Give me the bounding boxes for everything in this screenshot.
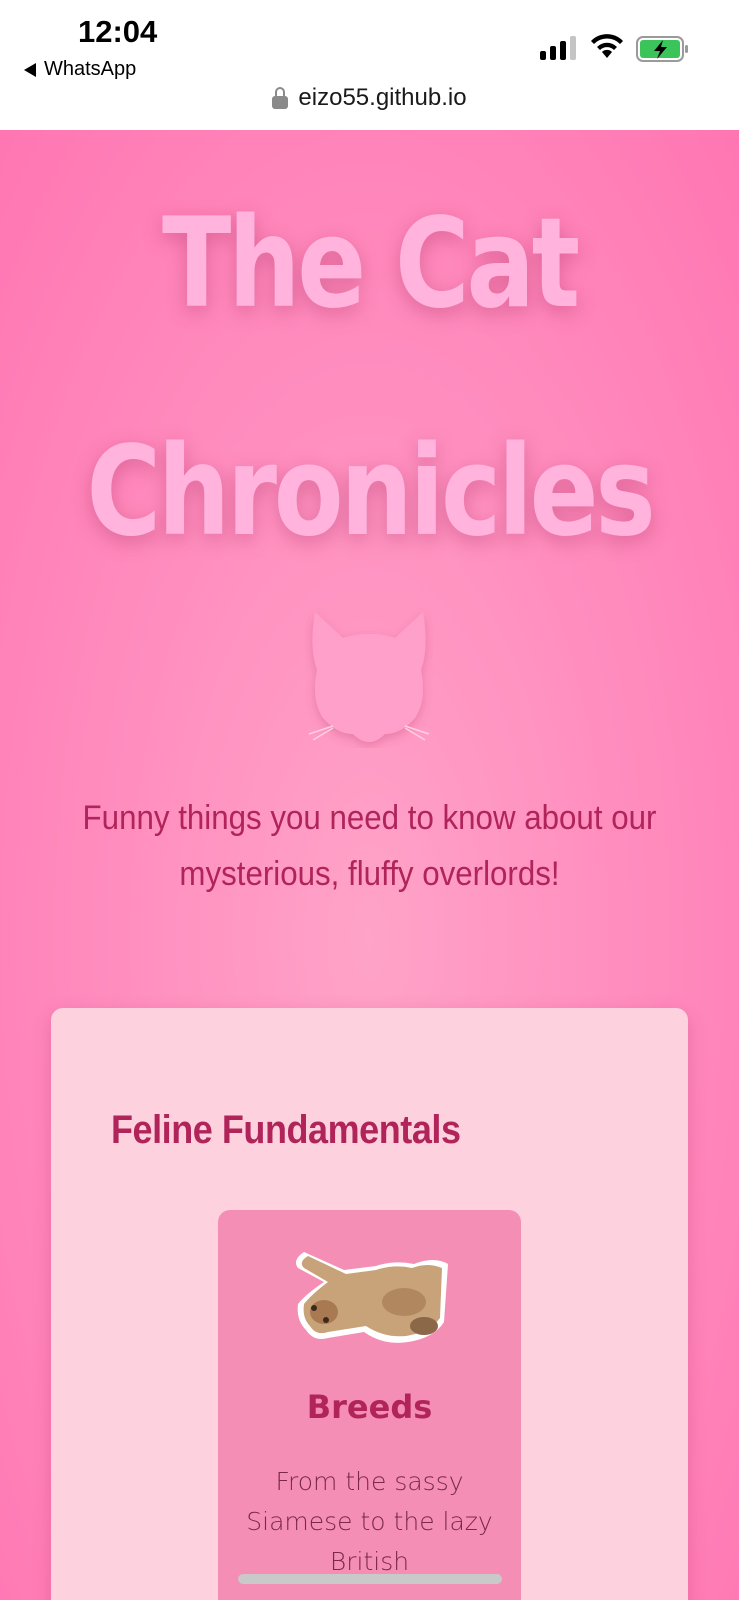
signal-icon bbox=[540, 36, 576, 60]
address-bar[interactable]: eizo55.github.io bbox=[0, 80, 739, 116]
back-arrow-icon bbox=[24, 62, 36, 77]
back-to-app-link[interactable]: WhatsApp bbox=[24, 58, 136, 81]
cat-logo-icon bbox=[308, 612, 430, 742]
page-content: The Cat Chronicles Funny things you need… bbox=[0, 130, 739, 1600]
fundamentals-card: Feline Fundamentals Breeds From the sass… bbox=[51, 1008, 688, 1600]
url-text: eizo55.github.io bbox=[298, 84, 467, 111]
tile-heading: Breeds bbox=[306, 1388, 433, 1426]
wifi-icon bbox=[591, 34, 623, 58]
status-bar: 12:04 WhatsApp eizo55.github.io bbox=[0, 0, 739, 130]
cat-photo bbox=[296, 1252, 448, 1343]
home-indicator[interactable] bbox=[238, 1574, 502, 1584]
battery-icon bbox=[636, 36, 688, 62]
back-app-label: WhatsApp bbox=[44, 58, 137, 80]
tile-description: From the sassy Siamese to the lazy Briti… bbox=[246, 1467, 493, 1576]
status-time: 12:04 bbox=[78, 14, 158, 49]
page-title: The Cat Chronicles bbox=[67, 150, 673, 606]
title-line-1: The Cat bbox=[162, 192, 580, 336]
lock-icon bbox=[272, 87, 289, 109]
breeds-tile[interactable]: Breeds From the sassy Siamese to the laz… bbox=[218, 1210, 521, 1600]
tagline: Funny things you need to know about our … bbox=[82, 799, 657, 893]
section-title: Feline Fundamentals bbox=[111, 1108, 461, 1152]
title-line-2: Chronicles bbox=[86, 420, 655, 564]
